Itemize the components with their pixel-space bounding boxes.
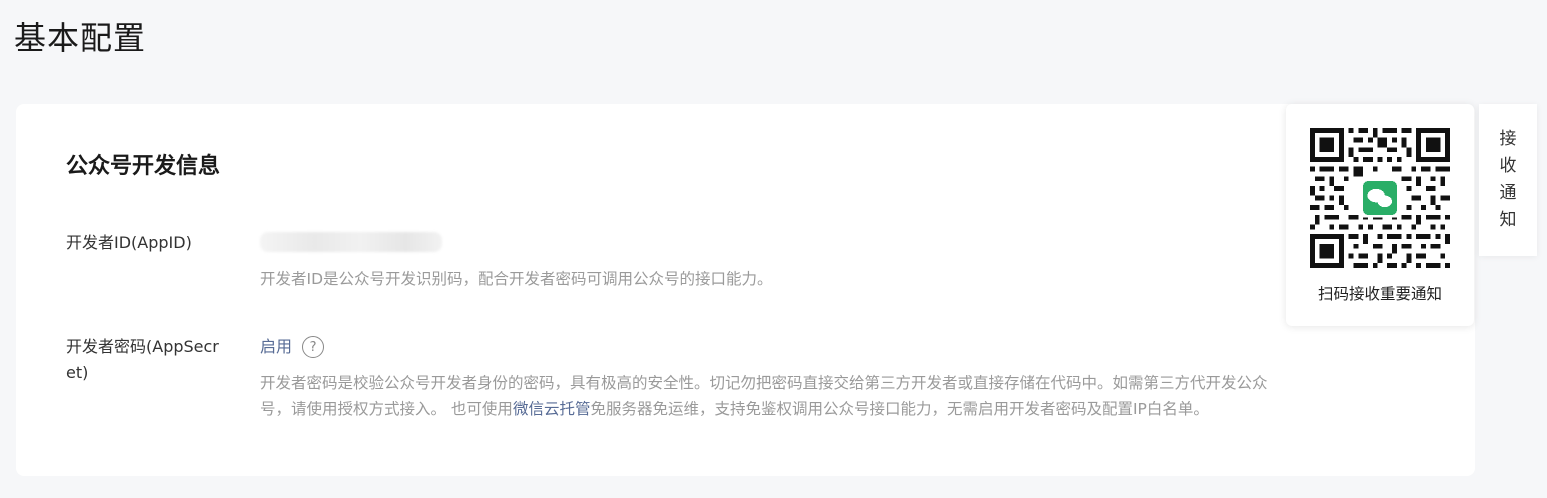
appsecret-description-before-link: 号，请使用授权方式接入。 也可使用 — [260, 400, 513, 418]
appsecret-description-after-link: 免服务器免运维，支持免鉴权调用公众号接口能力，无需启用开发者密码及配置IP白名单… — [590, 400, 1209, 418]
appid-description: 开发者ID是公众号开发识别码，配合开发者密码可调用公众号的接口能力。 — [260, 270, 773, 288]
notify-char: 知 — [1499, 210, 1517, 230]
appsecret-status-row: 启用 ? — [260, 334, 325, 360]
appid-label: 开发者ID(AppID) — [66, 233, 192, 252]
appsecret-label: 开发者密码(AppSecret) — [66, 337, 219, 382]
appsecret-description-line1: 开发者密码是校验公众号开发者身份的密码，具有极高的安全性。切记勿把密码直接交给第… — [260, 374, 1268, 392]
notify-char: 收 — [1499, 156, 1517, 176]
question-circle-icon[interactable]: ? — [302, 336, 325, 358]
appsecret-description-line2: 号，请使用授权方式接入。 也可使用微信云托管免服务器免运维，支持免鉴权调用公众号… — [260, 396, 1430, 422]
appsecret-status[interactable]: 启用 — [260, 334, 292, 360]
wechat-logo-icon — [1363, 181, 1397, 215]
notify-char: 通 — [1499, 183, 1517, 203]
developer-info-card: 公众号开发信息 开发者ID(AppID) 开发者ID是公众号开发识别码，配合开发… — [16, 104, 1475, 476]
appsecret-description: 开发者密码是校验公众号开发者身份的密码，具有极高的安全性。切记勿把密码直接交给第… — [260, 370, 1430, 422]
wechat-cloud-hosting-link[interactable]: 微信云托管 — [513, 400, 591, 418]
page-title: 基本配置 — [14, 19, 147, 57]
appid-value-masked — [260, 232, 442, 252]
receive-notification-tab[interactable]: 接 收 通 知 — [1479, 104, 1537, 256]
qr-label: 扫码接收重要通知 — [1317, 285, 1442, 303]
notify-char: 接 — [1499, 129, 1517, 149]
qr-popup: 扫码接收重要通知 — [1286, 104, 1474, 326]
section-title: 公众号开发信息 — [66, 154, 221, 179]
qr-code — [1310, 128, 1450, 268]
